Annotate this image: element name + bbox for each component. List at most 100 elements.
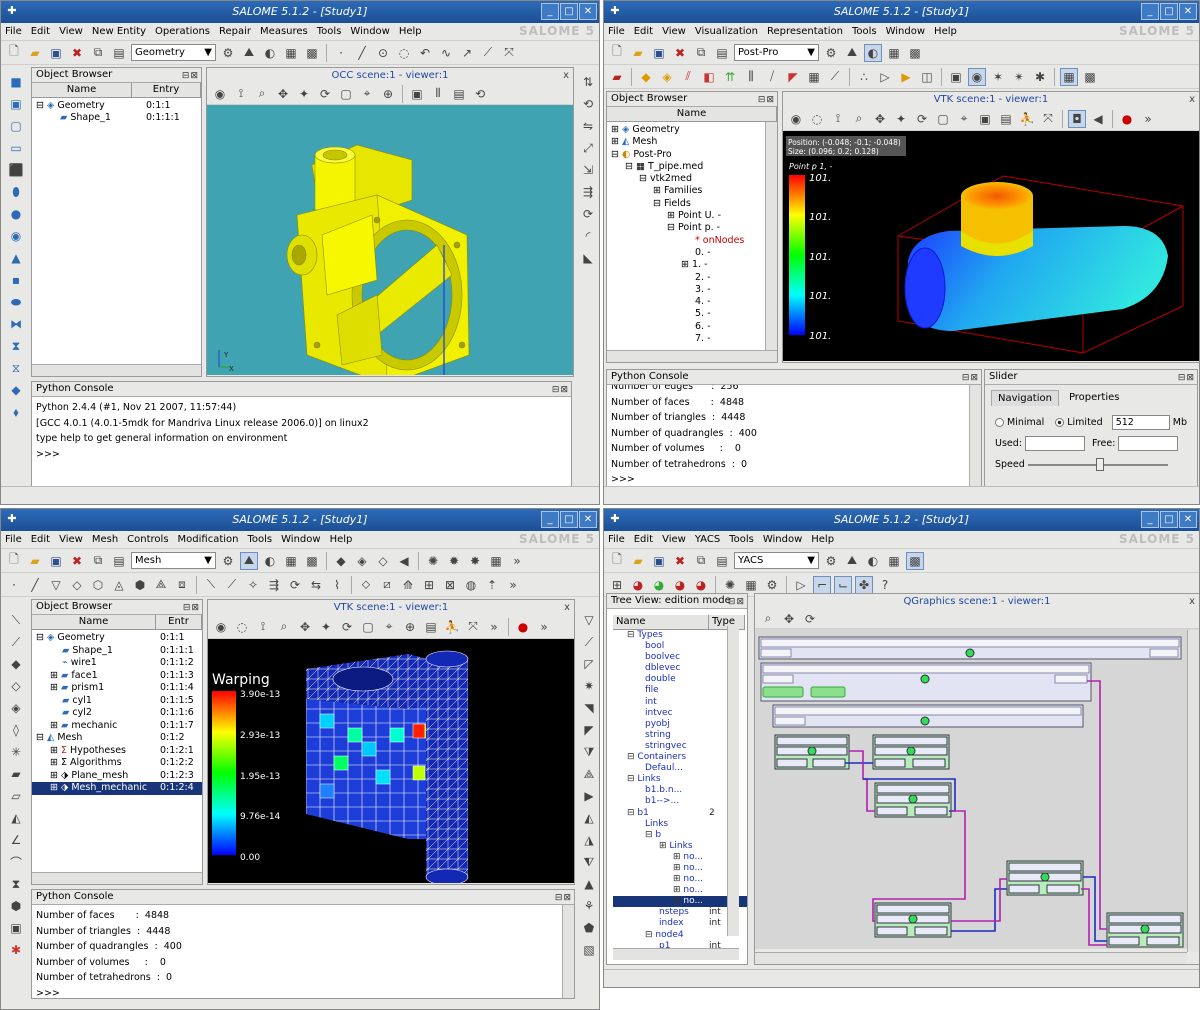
menu-edit[interactable]: Edit (31, 26, 50, 37)
horizontal-scrollbar[interactable] (32, 872, 202, 884)
tree-row[interactable]: ▰ Shape_1 0:1:1:1 (32, 112, 201, 124)
common-icon[interactable]: ⧗ (7, 337, 25, 355)
scaling-icon[interactable]: ⤧ (464, 618, 482, 636)
scaling-icon[interactable]: ⤧ (1039, 110, 1057, 128)
prism-icon[interactable]: ⧈ (173, 576, 191, 594)
expand-icon[interactable]: ⊟ (645, 830, 655, 840)
menu-tools[interactable]: Tools (317, 26, 342, 37)
edit-mesh-icon[interactable]: ◇ (374, 552, 392, 570)
menu-modification[interactable]: Modification (178, 534, 239, 545)
hexahedron-icon[interactable]: ⬢ (131, 576, 149, 594)
fit-all-icon[interactable]: ▢ (359, 618, 377, 636)
collapse-icon[interactable]: ⊟ (653, 198, 661, 209)
grid-2-icon[interactable]: ▩ (1081, 68, 1099, 86)
menu-new-entity[interactable]: New Entity (92, 26, 146, 37)
load-run-icon[interactable]: ✺ (721, 576, 739, 594)
maximize-button[interactable]: □ (1160, 3, 1178, 20)
plane-icon[interactable]: ⟋ (479, 44, 497, 62)
actor-selection-icon[interactable]: ✴ (1010, 68, 1028, 86)
tree-row[interactable]: ⊟ ▦ T_pipe.med (607, 161, 777, 173)
view-front-icon[interactable]: ▣ (408, 85, 426, 103)
union-triangles-icon[interactable]: ⊞ (420, 576, 438, 594)
dock-close-icon[interactable]: ⊟⊠ (962, 371, 979, 385)
column-name[interactable]: Name (32, 615, 156, 629)
add-polyhedron-icon[interactable]: ◭ (580, 809, 598, 827)
console-output[interactable]: Number of faces : 4848 Number of triangle… (32, 905, 574, 998)
import-med-icon[interactable]: ▰ (608, 68, 626, 86)
close-icon[interactable]: ⅹ (564, 600, 570, 615)
line-icon[interactable]: ╱ (353, 44, 371, 62)
link-icon[interactable]: ⌐ (813, 575, 831, 594)
menu-repair[interactable]: Repair (219, 26, 251, 37)
expand-icon[interactable]: ⊞ (50, 757, 58, 768)
box-4-icon[interactable]: ▭ (7, 139, 25, 157)
menu-file[interactable]: File (5, 26, 22, 37)
bare-border-icon[interactable]: ✱ (7, 941, 25, 959)
horizontal-scrollbar[interactable] (607, 350, 777, 362)
pan-icon[interactable]: ✥ (296, 618, 314, 636)
zoom-area-icon[interactable]: ⊕ (379, 85, 397, 103)
tree-row[interactable]: ⊞ 1. - (607, 259, 777, 271)
ortho-link-icon[interactable]: ⌙ (834, 575, 852, 594)
multi-rotate-icon[interactable]: ⟳ (579, 205, 597, 223)
record-icon[interactable]: ● (514, 618, 532, 636)
mouse-mode-icon[interactable]: ⟟ (829, 110, 847, 128)
cut-planes-icon[interactable]: ⫽ (679, 68, 697, 86)
plane-face-icon[interactable]: ▪ (7, 271, 25, 289)
post-pro-module-icon[interactable]: ◐ (261, 552, 279, 570)
mesh-module-icon[interactable]: ⛰ (240, 551, 258, 570)
tree-row[interactable]: 5. - (607, 308, 777, 320)
expand-icon[interactable]: ⊞ (673, 896, 683, 906)
tree-row[interactable]: ⊞ ▰ mechanic 0:1:1:7 (32, 720, 202, 733)
zoom-area-icon[interactable]: ⊕ (401, 618, 419, 636)
close-button[interactable]: ✕ (579, 511, 597, 528)
expand-icon[interactable]: ⊞ (667, 210, 675, 221)
menu-help[interactable]: Help (330, 534, 353, 545)
expand-icon[interactable]: ⊟ (627, 808, 637, 818)
fit-area-icon[interactable]: ⌖ (358, 85, 376, 103)
chamfer-icon[interactable]: ◣ (579, 249, 597, 267)
close-icon[interactable]: ⅹ (1189, 594, 1195, 609)
length-icon[interactable]: ⟍ (7, 611, 25, 629)
dock-close-icon[interactable]: ⊟⊠ (183, 601, 200, 615)
record-icon[interactable]: ● (1118, 110, 1136, 128)
dock-close-icon[interactable]: ⊟⊠ (555, 891, 572, 905)
more-icon[interactable]: » (1139, 110, 1157, 128)
menu-window[interactable]: Window (886, 26, 925, 37)
limited-radio[interactable] (1055, 418, 1065, 427)
zoom-icon[interactable]: ⌕ (759, 610, 777, 628)
clipping-icon[interactable]: ⫴ (429, 85, 447, 103)
new-icon[interactable]: 🗋 (5, 44, 23, 62)
column-name[interactable]: Name (32, 83, 132, 97)
tree-row[interactable]: ⊞ ▰ face1 0:1:1:3 (32, 670, 202, 683)
memorize-view-icon[interactable]: ▤ (422, 618, 440, 636)
new-icon[interactable]: 🗋 (5, 552, 23, 570)
cell-selection-icon[interactable]: ✶ (989, 68, 1007, 86)
dock-close-icon[interactable]: ⊟⊠ (552, 383, 569, 397)
rotate-icon[interactable]: ⟳ (316, 85, 334, 103)
shrink-icon[interactable]: ✤ (855, 575, 873, 594)
module-selector[interactable]: Post-Pro ▼ (734, 44, 819, 61)
remove-elements-icon[interactable]: ⟋ (223, 576, 241, 594)
module-selector[interactable]: Mesh ▼ (131, 552, 216, 569)
tab-navigation[interactable]: Navigation (991, 390, 1059, 406)
menu-operations[interactable]: Operations (155, 26, 210, 37)
wireframe-icon[interactable]: ▷ (876, 68, 894, 86)
post-pro-module-icon[interactable]: ◐ (864, 43, 882, 62)
zoom-icon[interactable]: ⌕ (275, 618, 293, 636)
geometry-module-icon[interactable]: ⚙ (822, 552, 840, 570)
column-entry[interactable]: Entry (132, 83, 201, 97)
expand-icon[interactable]: ⊞ (50, 670, 58, 681)
reset-view-icon[interactable]: ⟲ (471, 85, 489, 103)
collapse-icon[interactable]: ⊟ (36, 632, 44, 643)
close-button[interactable]: ✕ (1179, 511, 1197, 528)
column-entry[interactable]: Entr (156, 615, 202, 629)
tree-row[interactable]: ⊞ ⬗ Plane_mesh 0:1:2:3 (32, 770, 202, 783)
menu-tools[interactable]: Tools (852, 26, 877, 37)
app-menu-icon[interactable]: ✚ (5, 4, 19, 18)
scalar-map-icon[interactable]: ◆ (637, 68, 655, 86)
close-study-icon[interactable]: ✖ (671, 552, 689, 570)
add-hexa-icon[interactable]: ⧩ (580, 743, 598, 761)
torus-icon[interactable]: ◉ (7, 227, 25, 245)
collapse-icon[interactable]: ⊟ (667, 222, 675, 233)
